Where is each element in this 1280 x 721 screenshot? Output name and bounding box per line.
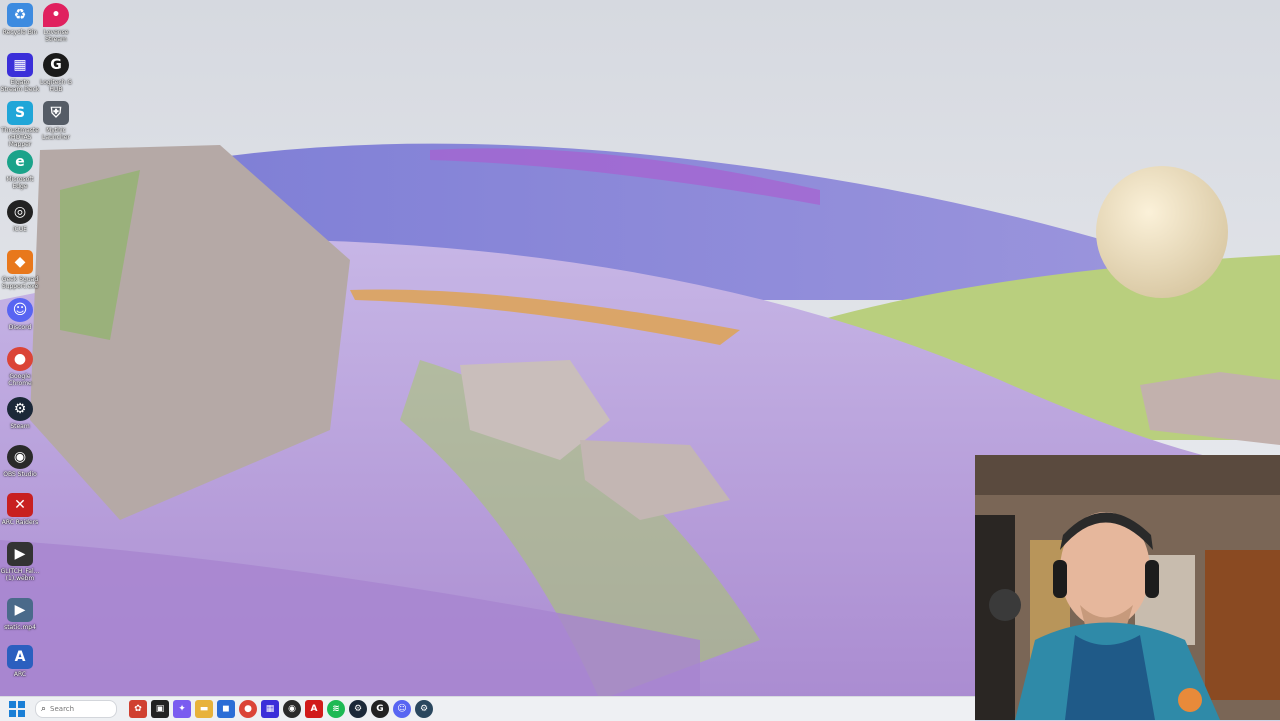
steam-icon: ⚙ (7, 397, 33, 421)
widgets-icon[interactable]: ✿ (129, 700, 147, 718)
desktop-icon-geek-squad[interactable]: ◆ Geek Squad Support.exe (0, 250, 40, 290)
desktop-icon-thrustmaster[interactable]: S ThrustmasterHOTAS Mapper (0, 101, 40, 148)
file-explorer-icon[interactable]: ▬ (195, 700, 213, 718)
windows-start-button[interactable] (9, 701, 25, 717)
location-pin-icon: • (43, 3, 69, 27)
thrustmaster-icon: S (7, 101, 33, 125)
chrome-icon[interactable]: ● (239, 700, 257, 718)
edge-icon: e (7, 150, 33, 174)
search-input[interactable] (50, 705, 103, 713)
steam-icon[interactable]: ⚙ (415, 700, 433, 718)
desktop-icon-mythic-launcher[interactable]: ⛨ Mythic Launcher (36, 101, 76, 141)
desktop-icon-obs-studio[interactable]: ◉ OBS Studio (0, 445, 40, 478)
pinned-apps: ✿ ▣ ✦ ▬ ◼ ● ▦ ◉ A ≋ ⚙ G ☺ ⚙ (129, 700, 437, 718)
adobe-icon[interactable]: A (305, 700, 323, 718)
task-view-icon[interactable]: ▣ (151, 700, 169, 718)
obs-icon[interactable]: ◉ (283, 700, 301, 718)
shield-icon: ⛨ (43, 101, 69, 125)
desktop-icon-arc[interactable]: A ARC (0, 645, 40, 678)
logitech-g-icon[interactable]: G (371, 700, 389, 718)
search-icon: ⌕ (41, 704, 47, 714)
taskbar-search[interactable]: ⌕ (35, 700, 117, 718)
copilot-icon[interactable]: ✦ (173, 700, 191, 718)
arc-icon: A (7, 645, 33, 669)
discord-icon: ☺ (7, 298, 33, 322)
desktop-icon-static-mp4[interactable]: ▶ static.mp4 (0, 598, 40, 631)
arc-raiders-icon: ✕ (7, 493, 33, 517)
desktop-icon-elgato-stream-deck[interactable]: ▦ Elgato Stream Deck (0, 53, 40, 93)
store-icon[interactable]: ◼ (217, 700, 235, 718)
geek-squad-icon: ◆ (7, 250, 33, 274)
desktop-icon-lovense-stream[interactable]: • Lovense Stream (36, 3, 76, 43)
taskbar: ⌕ ✿ ▣ ✦ ▬ ◼ ● ▦ ◉ A ≋ ⚙ G ☺ ⚙ (0, 696, 975, 721)
webcam-overlay (975, 455, 1280, 720)
desktop-icon-logitech-g-hub[interactable]: G Logitech G HUB (36, 53, 76, 93)
desktop-icon-microsoft-edge[interactable]: e Microsoft Edge (0, 150, 40, 190)
windows-logo-icon (9, 701, 16, 708)
chrome-icon: ● (7, 347, 33, 371)
discord-icon[interactable]: ☺ (393, 700, 411, 718)
steam-icon[interactable]: ⚙ (349, 700, 367, 718)
desktop-icon-glitch-video[interactable]: ▶ GLITCH_Fal... (1).webm (0, 542, 40, 582)
desktop-icon-icue[interactable]: ◎ iCUE (0, 200, 40, 233)
recycle-bin-icon: ♻ (7, 3, 33, 27)
desktop-icon-google-chrome[interactable]: ● Google Chrome (0, 347, 40, 387)
stream-deck-icon: ▦ (7, 53, 33, 77)
icue-icon: ◎ (7, 200, 33, 224)
spotify-icon[interactable]: ≋ (327, 700, 345, 718)
video-file-icon: ▶ (7, 542, 33, 566)
obs-icon: ◉ (7, 445, 33, 469)
desktop-icon-arc-raiders[interactable]: ✕ ARC Raiders (0, 493, 40, 526)
desktop-icon-recycle-bin[interactable]: ♻ Recycle Bin (0, 3, 40, 36)
desktop-icon-discord[interactable]: ☺ Discord (0, 298, 40, 331)
logitech-g-icon: G (43, 53, 69, 77)
video-file-icon: ▶ (7, 598, 33, 622)
stream-deck-icon[interactable]: ▦ (261, 700, 279, 718)
desktop-icon-steam[interactable]: ⚙ Steam (0, 397, 40, 430)
